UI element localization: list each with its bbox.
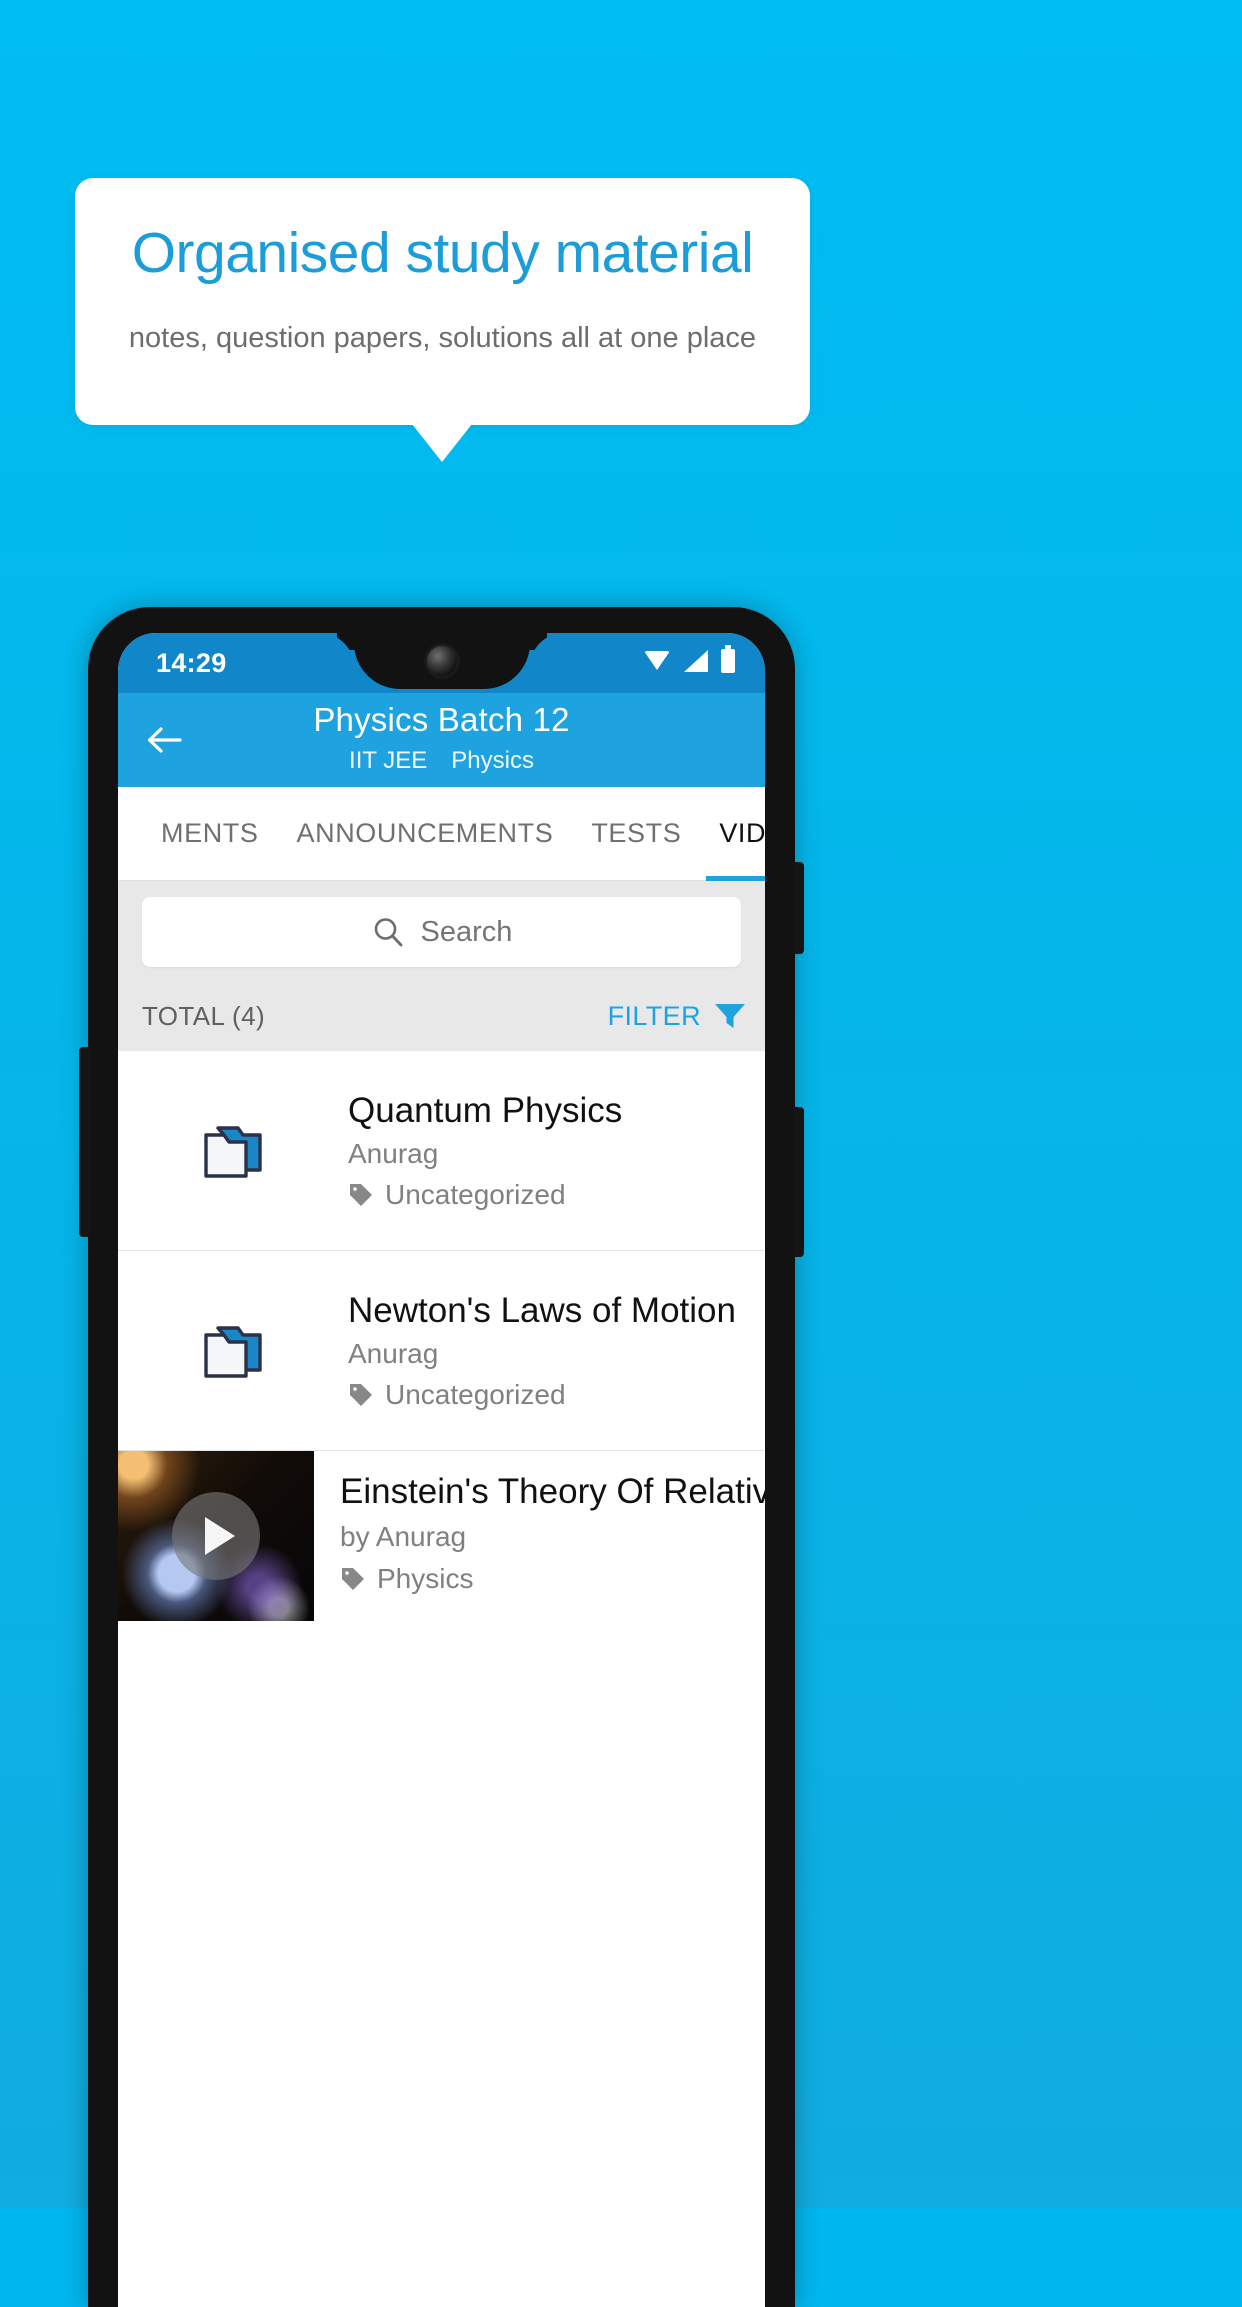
phone-screen: 14:29 Physics Batch 12 IIT JEE Physics M…	[118, 633, 765, 2307]
promo-subtitle: notes, question papers, solutions all at…	[128, 322, 757, 354]
search-input[interactable]: Search	[142, 897, 741, 967]
list-item-tag: Uncategorized	[348, 1377, 745, 1413]
list-item-title: Quantum Physics	[348, 1090, 623, 1130]
front-camera	[426, 646, 457, 676]
promo-title: Organised study material	[131, 221, 754, 285]
promo-card-tail	[412, 424, 472, 462]
list-toolbar: TOTAL (4) FILTER	[118, 981, 765, 1051]
tab-tests[interactable]: TESTS	[572, 787, 700, 881]
page-title: Physics Batch 12	[313, 701, 570, 738]
phone-device: 14:29 Physics Batch 12 IIT JEE Physics M…	[79, 607, 804, 2307]
folder-icon	[118, 1122, 348, 1180]
phone-power-button	[793, 862, 804, 954]
content-list: Quantum Physics Anurag Uncategorized New…	[118, 1051, 765, 1621]
list-item-author: by Anurag	[340, 1521, 467, 1552]
list-item[interactable]: Quantum Physics Anurag Uncategorized	[118, 1051, 765, 1251]
phone-side-button	[79, 1047, 90, 1237]
folder-icon	[118, 1322, 348, 1380]
filter-funnel-icon	[713, 1001, 747, 1031]
tab-bar: MENTS ANNOUNCEMENTS TESTS VIDEOS	[118, 787, 765, 881]
video-thumbnail[interactable]	[118, 1451, 314, 1621]
list-item-tag: Uncategorized	[348, 1177, 745, 1213]
tag-icon	[348, 1182, 374, 1208]
total-count-label: TOTAL (4)	[142, 1000, 266, 1031]
breadcrumb-subject: Physics	[451, 747, 534, 774]
battery-icon	[721, 645, 735, 673]
phone-notch	[353, 633, 530, 689]
list-item-author: Anurag	[348, 1137, 439, 1169]
tag-icon	[348, 1382, 374, 1408]
list-item[interactable]: Newton's Laws of Motion Anurag Uncategor…	[118, 1251, 765, 1451]
list-item-tag-label: Uncategorized	[385, 1378, 566, 1410]
list-item-body: Quantum Physics Anurag Uncategorized	[348, 1089, 765, 1213]
search-icon	[371, 915, 405, 949]
search-section: Search	[118, 881, 765, 981]
phone-volume-button	[793, 1107, 804, 1257]
status-icon-group	[644, 645, 735, 673]
list-item-body: Newton's Laws of Motion Anurag Uncategor…	[348, 1289, 765, 1413]
wifi-icon	[644, 651, 671, 671]
filter-button[interactable]: FILTER	[608, 1001, 747, 1032]
status-time: 14:29	[156, 648, 227, 678]
list-item-title: Newton's Laws of Motion	[348, 1290, 736, 1330]
tab-videos[interactable]: VIDEOS	[700, 787, 765, 881]
play-triangle	[205, 1517, 235, 1555]
list-item-tag: Physics	[340, 1561, 765, 1597]
search-placeholder: Search	[420, 915, 513, 948]
list-item-tag-label: Uncategorized	[385, 1178, 566, 1210]
breadcrumb-exam: IIT JEE	[349, 747, 428, 774]
tag-icon	[340, 1566, 366, 1592]
list-item-body: Einstein's Theory Of Relativity by Anura…	[314, 1451, 765, 1621]
signal-icon	[684, 650, 708, 672]
list-item-title: Einstein's Theory Of Relativity	[340, 1472, 765, 1511]
list-item-tag-label: Physics	[377, 1563, 474, 1594]
play-icon[interactable]	[172, 1492, 260, 1580]
tab-assignments[interactable]: MENTS	[142, 787, 278, 881]
promo-card: Organised study material notes, question…	[75, 178, 810, 425]
list-item[interactable]: Einstein's Theory Of Relativity by Anura…	[118, 1451, 765, 1621]
tab-announcements[interactable]: ANNOUNCEMENTS	[278, 787, 573, 881]
status-bar: 14:29	[118, 633, 765, 693]
filter-label: FILTER	[607, 1000, 701, 1031]
breadcrumb: IIT JEE Physics	[118, 747, 765, 775]
app-bar: Physics Batch 12 IIT JEE Physics	[118, 693, 765, 787]
list-item-author: Anurag	[348, 1337, 439, 1369]
promo-background: Organised study material notes, question…	[0, 0, 1242, 2307]
